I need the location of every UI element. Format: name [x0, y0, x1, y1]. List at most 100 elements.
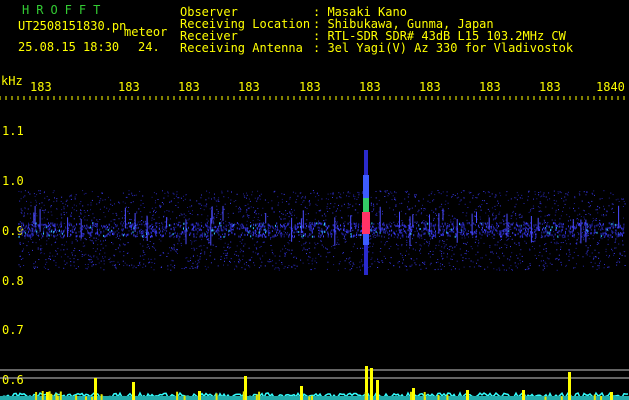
- noise-dot: [208, 229, 210, 232]
- noise-dot: [75, 194, 77, 196]
- noise-dot: [354, 209, 356, 211]
- noise-dot: [66, 212, 68, 214]
- level-spike: [466, 390, 469, 400]
- noise-dot: [63, 223, 65, 224]
- noise-dot: [63, 267, 65, 269]
- noise-dot: [569, 251, 571, 253]
- noise-dot: [149, 261, 151, 263]
- noise-dot: [246, 192, 247, 194]
- noise-dot: [35, 261, 36, 263]
- noise-dot: [123, 251, 125, 252]
- noise-dot: [452, 224, 454, 227]
- noise-dot: [103, 269, 105, 271]
- noise-dot: [91, 265, 93, 267]
- noise-dot: [69, 215, 71, 217]
- noise-dot: [598, 267, 600, 269]
- noise-dot: [564, 235, 566, 237]
- noise-dot: [205, 206, 207, 208]
- noise-dot: [264, 213, 266, 215]
- noise-dot: [336, 243, 338, 245]
- noise-dot: [394, 224, 396, 226]
- noise-dot: [281, 201, 283, 203]
- noise-dot: [514, 233, 516, 236]
- noise-dot: [201, 249, 203, 251]
- noise-dot: [260, 265, 262, 267]
- noise-dot: [544, 267, 546, 269]
- noise-dot: [208, 242, 209, 244]
- noise-dot: [127, 242, 129, 244]
- noise-dot: [82, 233, 84, 235]
- noise-dot: [599, 222, 601, 225]
- noise-dot: [223, 222, 225, 225]
- noise-dot: [567, 220, 569, 222]
- noise-dot: [560, 230, 562, 233]
- noise-dot: [254, 264, 256, 266]
- noise-dot: [474, 231, 476, 233]
- noise-dot: [212, 217, 214, 219]
- noise-dot: [615, 229, 617, 232]
- noise-dot: [470, 246, 472, 248]
- noise-dot: [386, 223, 388, 226]
- noise-dot: [375, 227, 377, 230]
- noise-dot: [613, 212, 615, 213]
- noise-dot: [592, 234, 594, 236]
- noise-dot: [546, 215, 548, 217]
- noise-dot: [437, 259, 439, 260]
- noise-dot: [119, 234, 121, 237]
- noise-dot: [369, 239, 371, 241]
- noise-dot: [50, 259, 51, 260]
- noise-dot: [588, 233, 589, 235]
- noise-dot: [258, 225, 260, 228]
- noise-dot: [139, 231, 141, 234]
- noise-dot: [348, 207, 350, 208]
- noise-dot: [605, 228, 607, 231]
- noise-dot: [616, 236, 618, 238]
- noise-dot: [56, 208, 58, 210]
- noise-dot: [560, 215, 562, 217]
- noise-dot: [263, 241, 265, 243]
- noise-dot: [160, 240, 162, 242]
- noise-dot: [599, 219, 601, 221]
- noise-dot: [395, 204, 397, 206]
- noise-dot: [22, 257, 24, 259]
- noise-dot: [100, 260, 102, 262]
- noise-dot: [278, 268, 280, 270]
- noise-dot: [405, 191, 407, 193]
- noise-dot: [174, 264, 176, 266]
- noise-dot: [236, 254, 238, 256]
- noise-dot: [281, 262, 283, 263]
- noise-dot: [485, 225, 487, 228]
- noise-dot: [206, 258, 207, 260]
- noise-dot: [73, 218, 75, 220]
- noise-dot: [283, 218, 285, 220]
- noise-dot: [290, 253, 292, 255]
- noise-dot: [92, 226, 94, 228]
- noise-dot: [97, 221, 99, 223]
- noise-dot: [41, 202, 43, 204]
- noise-dot: [122, 243, 124, 245]
- noise-dot: [220, 227, 222, 230]
- noise-dot: [515, 203, 517, 205]
- noise-dot: [554, 222, 556, 225]
- noise-dot: [304, 197, 306, 199]
- noise-dot: [155, 234, 157, 237]
- noise-dot: [327, 203, 329, 205]
- noise-dot: [381, 213, 383, 215]
- noise-dot: [622, 199, 624, 200]
- noise-dot: [150, 266, 152, 268]
- noise-dot: [595, 219, 597, 221]
- noise-dot: [239, 208, 241, 209]
- noise-dot: [103, 212, 105, 213]
- noise-dot: [393, 236, 395, 238]
- noise-dot: [79, 227, 81, 230]
- noise-dot: [523, 203, 525, 204]
- noise-dot: [311, 263, 313, 265]
- noise-dot: [389, 221, 391, 223]
- noise-dot: [423, 262, 425, 264]
- noise-dot: [307, 249, 308, 251]
- noise-dot: [186, 267, 187, 269]
- noise-dot: [24, 190, 26, 192]
- noise-dot: [469, 266, 471, 268]
- noise-dot: [547, 222, 549, 223]
- noise-dot: [239, 235, 241, 238]
